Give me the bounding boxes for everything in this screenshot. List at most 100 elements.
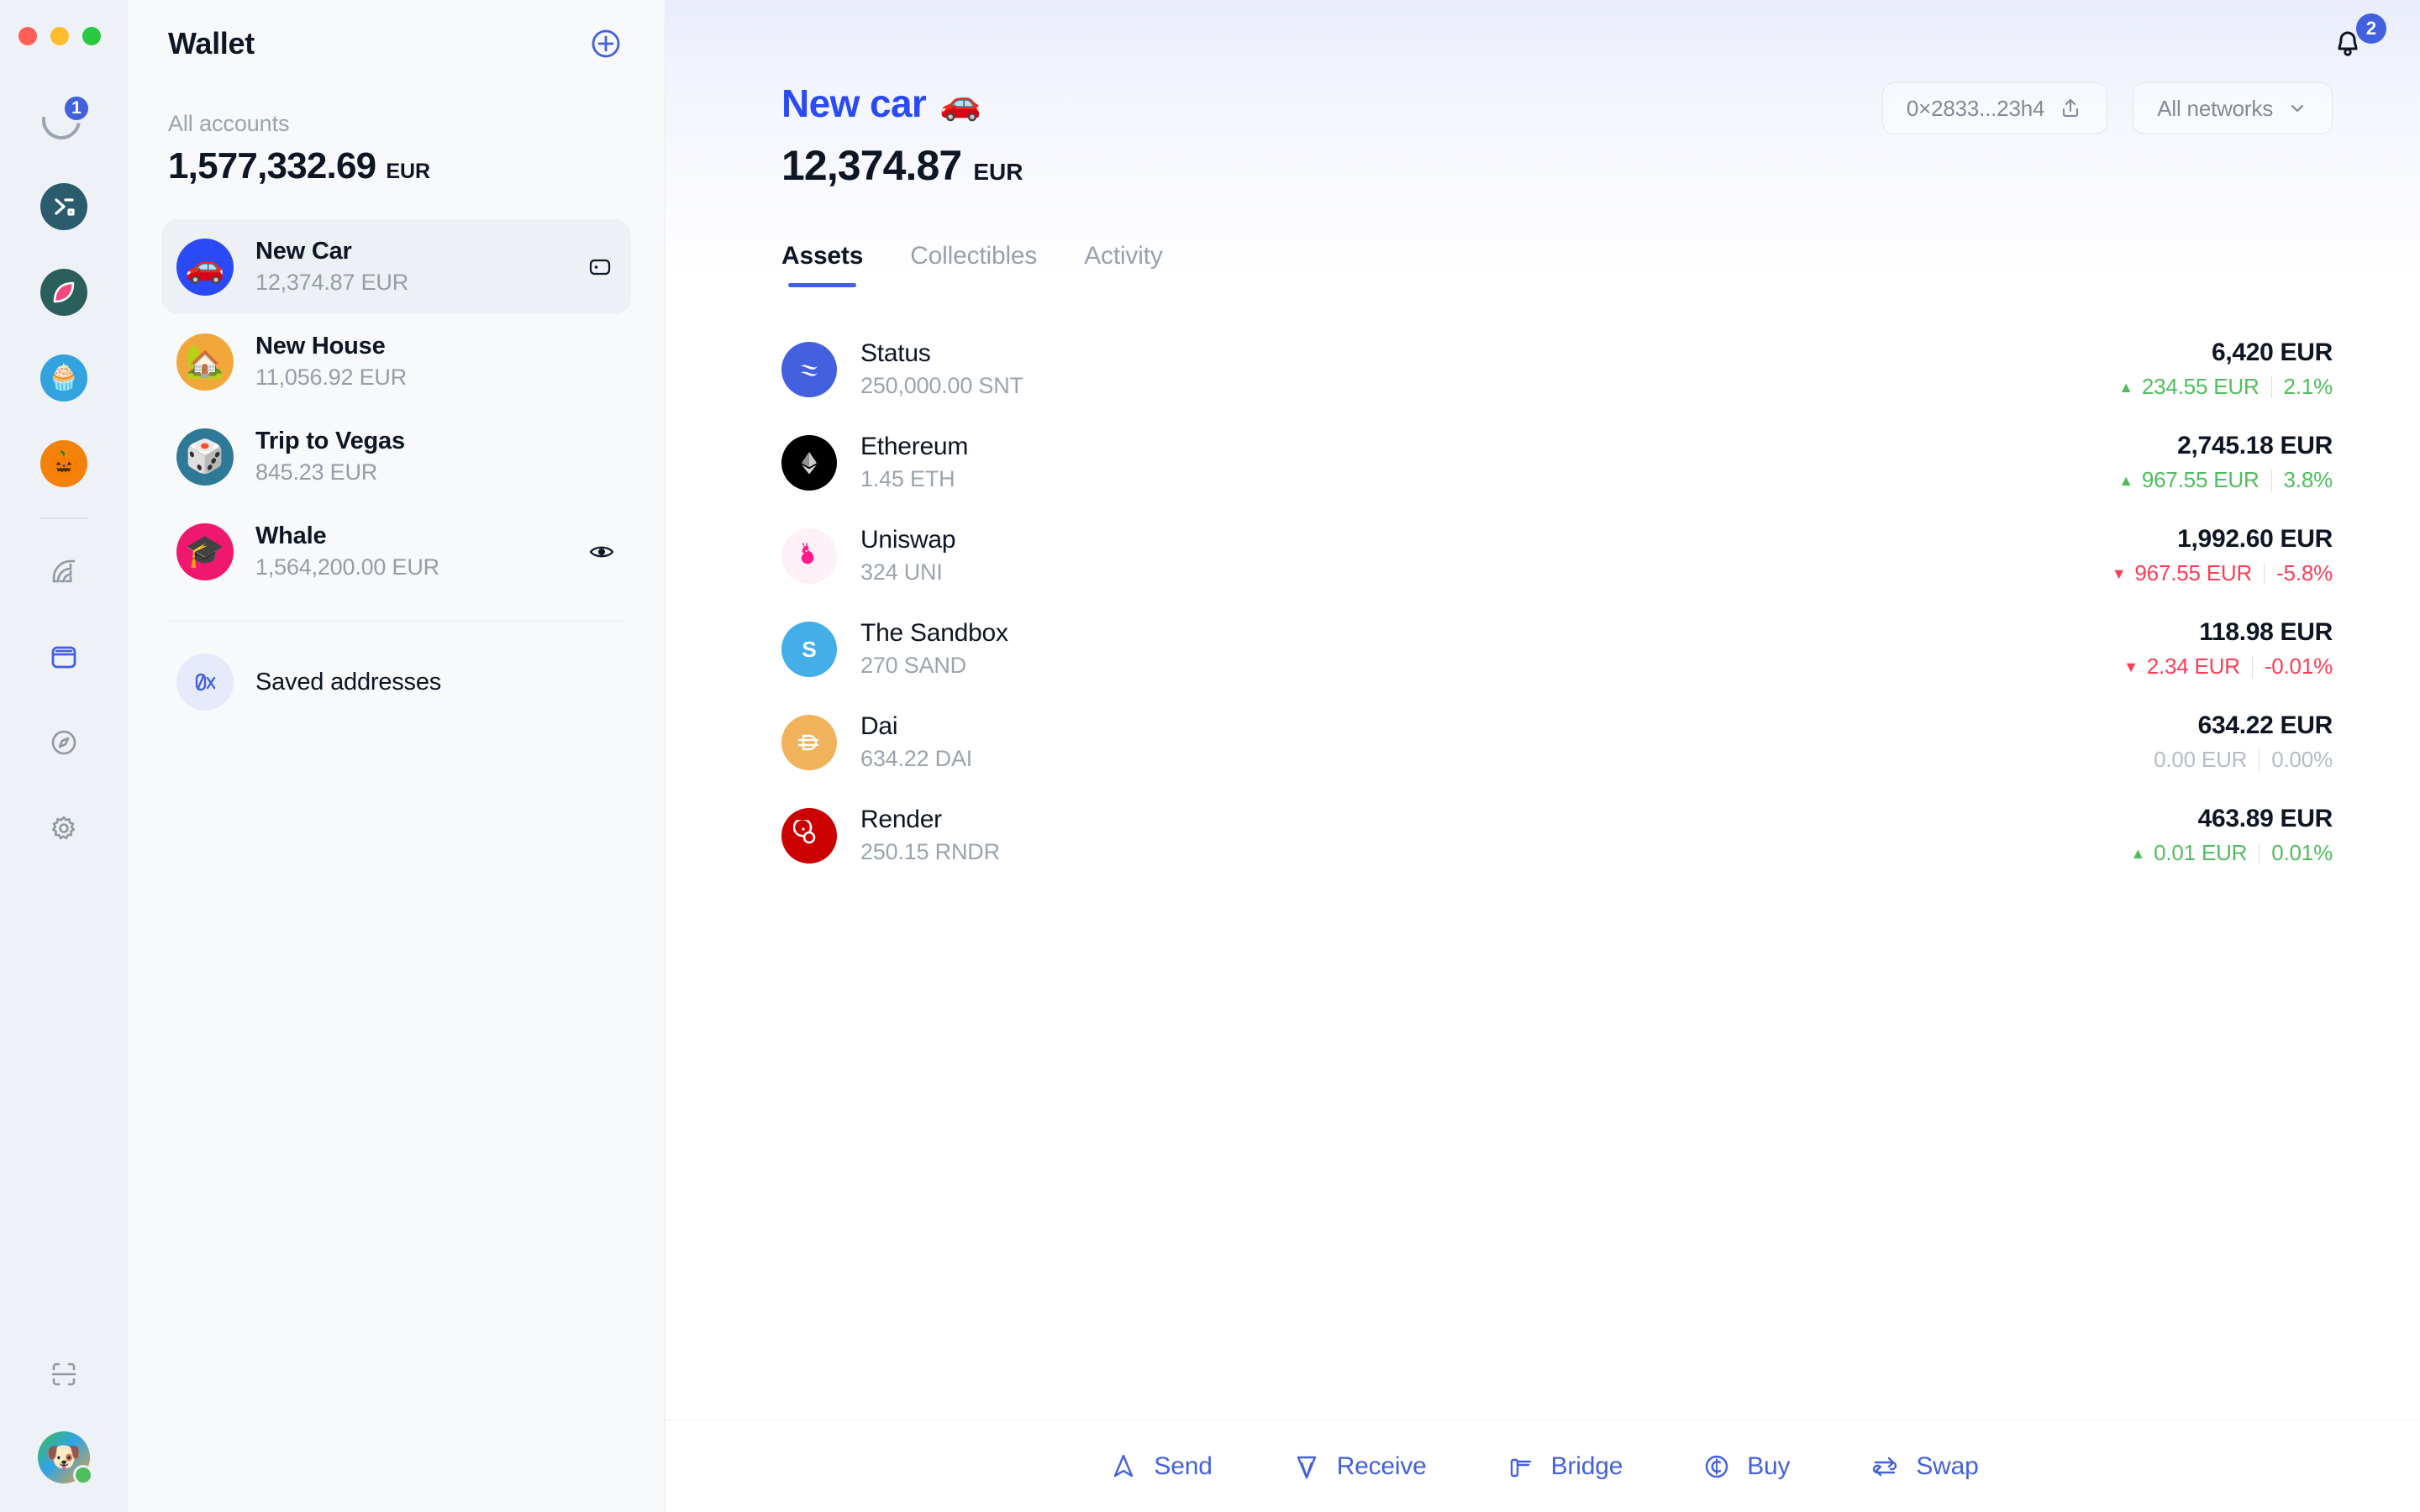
asset-change: ▲ 0.01 EUR 0.01% [2131, 840, 2333, 866]
bridge-icon [1510, 1458, 1531, 1477]
tab-assets[interactable]: Assets [781, 242, 863, 292]
network-selector[interactable]: All networks [2133, 82, 2333, 134]
sidebar-header: Wallet [161, 0, 631, 62]
account-emoji-icon: 🚗 [176, 238, 234, 296]
chevron-down-icon [2291, 104, 2304, 113]
account-header: New car 🚗 12,374.87 EUR 0×2833...23h4 Al… [666, 0, 2420, 190]
rail-item-punk[interactable]: 🎃 [32, 432, 96, 496]
zoom-window-button[interactable] [82, 27, 101, 45]
all-accounts-balance: 1,577,332.69 EUR [168, 145, 624, 187]
account-row-new-house[interactable]: 🏡 New House 11,056.92 EUR [161, 314, 631, 409]
account-total-amount: 12,374.87 [781, 142, 962, 189]
rail-item-wallet[interactable] [32, 625, 96, 689]
account-row-trip-to-vegas[interactable]: 🎲 Trip to Vegas 845.23 EUR [161, 409, 631, 504]
add-account-button[interactable] [587, 25, 624, 62]
asset-value: 463.89 EUR [2197, 805, 2333, 832]
asset-value: 1,992.60 EUR [2177, 525, 2333, 553]
rail-item-watermelon[interactable] [32, 260, 96, 324]
tab-collectibles[interactable]: Collectibles [910, 242, 1037, 292]
window-traffic-lights [18, 27, 101, 45]
rail-nav-list [32, 539, 96, 860]
buy-label: Buy [1747, 1452, 1791, 1480]
sidebar-item-saved-addresses[interactable]: Saved addresses [161, 633, 631, 731]
send-button[interactable]: Send [1107, 1450, 1213, 1483]
account-name: Whale [255, 522, 327, 549]
asset-row-uniswap[interactable]: Uniswap 324 UNI 1,992.60 EUR ▼ 967.55 EU… [781, 509, 2333, 602]
trend-up-icon: ▲ [2118, 471, 2133, 489]
rail-item-browser[interactable] [32, 711, 96, 774]
asset-change-value: 967.55 EUR [2141, 467, 2260, 492]
asset-row-render[interactable]: Render 250.15 RNDR 463.89 EUR ▲ 0.01 EUR… [781, 789, 2333, 882]
buy-icon [1706, 1455, 1728, 1478]
asset-value: 118.98 EUR [2199, 618, 2333, 646]
account-total-currency: EUR [973, 159, 1023, 185]
cupcake-logo-icon: 🧁 [40, 354, 87, 402]
asset-amount: 270 SAND [860, 653, 966, 678]
account-emoji-icon: 🎓 [176, 522, 234, 580]
asset-row-ethereum[interactable]: Ethereum 1.45 ETH 2,745.18 EUR ▲ 967.55 … [781, 416, 2333, 509]
asset-change-value: 2.34 EUR [2146, 654, 2240, 679]
status-token-icon [781, 341, 837, 397]
sidebar-divider [168, 621, 624, 622]
bridge-button[interactable]: Bridge [1504, 1450, 1623, 1483]
close-window-button[interactable] [18, 27, 37, 45]
sync-badge: 1 [62, 94, 91, 123]
swap-button[interactable]: Swap [1867, 1449, 1979, 1484]
tab-activity[interactable]: Activity [1084, 242, 1163, 292]
page-title: Wallet [168, 26, 255, 60]
0x-icon [176, 654, 234, 711]
asset-amount: 634.22 DAI [860, 746, 973, 771]
asset-change: 0.00 EUR 0.00% [2154, 747, 2333, 773]
account-name: Trip to Vegas [255, 428, 405, 454]
account-name: New Car [255, 238, 352, 265]
uniswap-token-icon [781, 528, 837, 584]
asset-row-status[interactable]: Status 250,000.00 SNT 6,420 EUR ▲ 234.55… [781, 323, 2333, 416]
receive-label: Receive [1336, 1452, 1427, 1480]
ethereum-token-icon [781, 434, 837, 491]
scan-icon[interactable] [32, 1342, 96, 1406]
account-balance: 11,056.92 EUR [255, 365, 408, 390]
asset-change-percent: 2.1% [2283, 374, 2333, 399]
rail-community-list: 1 🧁 🎃 [32, 89, 96, 496]
header-controls: 0×2833...23h4 All networks [1881, 82, 2333, 134]
dai-token-icon [781, 714, 837, 770]
asset-change: ▼ 967.55 EUR -5.8% [2112, 560, 2333, 586]
profile-avatar-button[interactable]: 🐶 [38, 1431, 93, 1485]
rail-bottom-group: 🐶 [32, 1342, 96, 1512]
minimize-window-button[interactable] [50, 27, 69, 45]
all-accounts-label: All accounts [168, 111, 290, 136]
account-visibility-toggle[interactable] [587, 538, 616, 566]
account-action[interactable] [584, 251, 616, 283]
account-row-whale[interactable]: 🎓 Whale 1,564,200.00 EUR [161, 504, 631, 599]
watermelon-logo-icon [40, 269, 87, 316]
rail-item-cupcake[interactable]: 🧁 [32, 346, 96, 410]
rail-item-communities[interactable] [32, 539, 96, 603]
all-accounts-summary[interactable]: All accounts 1,577,332.69 EUR [161, 62, 631, 187]
receive-button[interactable]: Receive [1290, 1450, 1427, 1483]
asset-value: 634.22 EUR [2197, 711, 2333, 739]
asset-name: Uniswap [860, 526, 956, 554]
asset-change-percent: -0.01% [2264, 654, 2333, 679]
swap-icon [1873, 1457, 1897, 1476]
trend-down-icon: ▼ [2111, 564, 2127, 582]
address-text: 0×2833...23h4 [1906, 95, 2045, 121]
main-tabs: Assets Collectibles Activity [666, 190, 2420, 292]
rail-divider [39, 517, 88, 519]
asset-list: Status 250,000.00 SNT 6,420 EUR ▲ 234.55… [666, 292, 2420, 882]
asset-name: Render [860, 806, 942, 833]
sync-status-indicator[interactable]: 1 [32, 89, 96, 153]
rail-item-settings[interactable] [32, 796, 96, 860]
asset-amount: 1.45 ETH [860, 466, 955, 491]
asset-change: ▲ 967.55 EUR 3.8% [2118, 467, 2333, 493]
account-row-new-car[interactable]: 🚗 New Car 12,374.87 EUR [161, 219, 631, 314]
rail-item-status[interactable] [32, 175, 96, 239]
swap-label: Swap [1916, 1452, 1979, 1480]
asset-change-percent: -5.8% [2276, 560, 2333, 585]
asset-change-value: 967.55 EUR [2134, 560, 2253, 585]
asset-row-the-sandbox[interactable]: S The Sandbox 270 SAND 118.98 EUR ▼ 2.34… [781, 602, 2333, 696]
asset-row-dai[interactable]: Dai 634.22 DAI 634.22 EUR 0.00 EUR 0.00% [781, 696, 2333, 789]
buy-button[interactable]: Buy [1700, 1450, 1791, 1483]
asset-name: The Sandbox [860, 619, 1008, 647]
asset-name: Status [860, 339, 931, 367]
address-chip[interactable]: 0×2833...23h4 [1881, 82, 2108, 134]
